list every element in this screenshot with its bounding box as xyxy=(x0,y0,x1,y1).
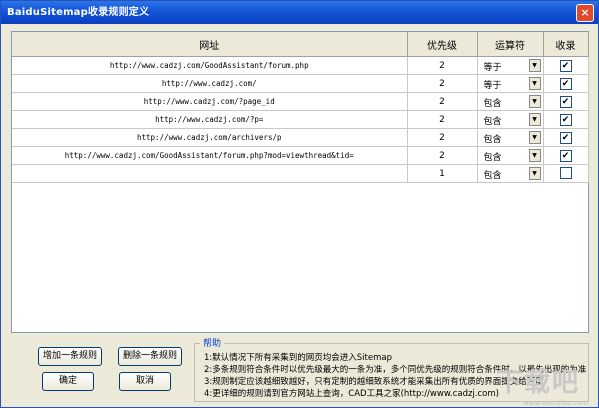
include-checkbox[interactable]: ✔ xyxy=(559,77,572,90)
operator-select[interactable]: 包含 ▼ xyxy=(477,164,544,183)
help-legend: 帮助 xyxy=(200,336,225,349)
help-line-1: 1:默认情况下所有采集到的网页均会进入Sitemap xyxy=(204,353,392,363)
ok-button[interactable]: 确定 xyxy=(42,372,94,391)
close-button[interactable]: × xyxy=(576,4,594,22)
dropdown-arrow-icon[interactable]: ▼ xyxy=(528,77,541,90)
header-url: 网址 xyxy=(12,32,408,57)
help-line-3: 3:规则制定应该越细致越好，只有定制的越细致系统才能采集出所有优质的界面提交给百… xyxy=(204,377,544,387)
header-include: 收录 xyxy=(543,32,589,57)
operator-value: 等于 xyxy=(483,81,502,91)
dialog-window: BaiduSitemap收录规则定义 × 网址 优先级 运算符 收录 http:… xyxy=(0,0,599,408)
table-row[interactable]: http://www.cadzj.com/GoodAssistant/forum… xyxy=(12,56,589,75)
operator-value: 包含 xyxy=(483,171,502,181)
dropdown-arrow-icon[interactable]: ▼ xyxy=(528,95,541,108)
operator-select[interactable]: 包含 ▼ xyxy=(477,92,544,111)
priority-cell[interactable]: 1 xyxy=(407,164,478,183)
priority-cell[interactable]: 2 xyxy=(407,128,478,147)
include-cell: ✔ xyxy=(543,92,589,111)
include-checkbox[interactable]: ✔ xyxy=(559,113,572,126)
dropdown-arrow-icon[interactable]: ▼ xyxy=(528,167,541,180)
dropdown-arrow-icon[interactable]: ▼ xyxy=(528,131,541,144)
operator-select[interactable]: 包含 ▼ xyxy=(477,146,544,165)
include-cell: ✔ xyxy=(543,146,589,165)
table-row[interactable]: http://www.cadzj.com/GoodAssistant/forum… xyxy=(12,146,589,165)
url-cell[interactable] xyxy=(12,164,408,183)
include-cell: ✔ xyxy=(543,110,589,129)
include-cell xyxy=(543,164,589,183)
table-row[interactable]: http://www.cadzj.com/2 等于 ▼ ✔ xyxy=(12,74,589,93)
delete-rule-button[interactable]: 删除一条规则 xyxy=(118,347,182,366)
operator-select[interactable]: 等于 ▼ xyxy=(477,56,544,75)
header-priority: 优先级 xyxy=(407,32,478,57)
operator-value: 包含 xyxy=(483,117,502,127)
url-cell[interactable]: http://www.cadzj.com/GoodAssistant/forum… xyxy=(12,56,408,75)
operator-value: 等于 xyxy=(483,63,502,73)
add-rule-button[interactable]: 增加一条规则 xyxy=(38,347,102,366)
watermark-url: www.xiazaiba.com xyxy=(523,399,588,407)
url-cell[interactable]: http://www.cadzj.com/?page_id xyxy=(12,92,408,111)
url-cell[interactable]: http://www.cadzj.com/?p= xyxy=(12,110,408,129)
include-checkbox[interactable]: ✔ xyxy=(559,131,572,144)
watermark-logo: 下载吧 xyxy=(495,368,580,398)
table-row[interactable]: http://www.cadzj.com/?p= 2 包含 ▼ ✔ xyxy=(12,110,589,129)
dropdown-arrow-icon[interactable]: ▼ xyxy=(528,113,541,126)
priority-cell[interactable]: 2 xyxy=(407,146,478,165)
priority-cell[interactable]: 2 xyxy=(407,110,478,129)
include-checkbox[interactable]: ✔ xyxy=(559,149,572,162)
title-bar: BaiduSitemap收录规则定义 × xyxy=(1,1,598,24)
table-row[interactable]: http://www.cadzj.com/?page_id 2 包含 ▼ ✔ xyxy=(12,92,589,111)
operator-value: 包含 xyxy=(483,135,502,145)
include-cell: ✔ xyxy=(543,128,589,147)
cancel-button[interactable]: 取消 xyxy=(119,372,171,391)
url-cell[interactable]: http://www.cadzj.com/ xyxy=(12,74,408,93)
rules-grid: 网址 优先级 运算符 收录 http://www.cadzj.com/GoodA… xyxy=(11,31,589,333)
include-checkbox[interactable]: ✔ xyxy=(559,59,572,72)
window-title: BaiduSitemap收录规则定义 xyxy=(7,7,150,18)
priority-cell[interactable]: 2 xyxy=(407,56,478,75)
operator-value: 包含 xyxy=(483,99,502,109)
url-cell[interactable]: http://www.cadzj.com/GoodAssistant/forum… xyxy=(12,146,408,165)
table-row[interactable]: 1 包含 ▼ xyxy=(12,164,589,183)
priority-cell[interactable]: 2 xyxy=(407,92,478,111)
priority-cell[interactable]: 2 xyxy=(407,74,478,93)
include-checkbox[interactable]: ✔ xyxy=(559,95,572,108)
table-row[interactable]: http://www.cadzj.com/archivers/p 2 包含 ▼ ✔ xyxy=(12,128,589,147)
operator-select[interactable]: 等于 ▼ xyxy=(477,74,544,93)
rules-table: 网址 优先级 运算符 收录 http://www.cadzj.com/GoodA… xyxy=(12,32,589,183)
table-header-row: 网址 优先级 运算符 收录 xyxy=(12,32,589,57)
include-checkbox[interactable] xyxy=(559,166,572,179)
include-cell: ✔ xyxy=(543,74,589,93)
operator-select[interactable]: 包含 ▼ xyxy=(477,110,544,129)
operator-select[interactable]: 包含 ▼ xyxy=(477,128,544,147)
dropdown-arrow-icon[interactable]: ▼ xyxy=(528,59,541,72)
dropdown-arrow-icon[interactable]: ▼ xyxy=(528,149,541,162)
help-line-4: 4:更详细的规则请到官方网站上查询，CAD工具之家(http://www.cad… xyxy=(204,389,499,399)
operator-value: 包含 xyxy=(483,153,502,163)
url-cell[interactable]: http://www.cadzj.com/archivers/p xyxy=(12,128,408,147)
header-operator: 运算符 xyxy=(477,32,544,57)
include-cell: ✔ xyxy=(543,56,589,75)
